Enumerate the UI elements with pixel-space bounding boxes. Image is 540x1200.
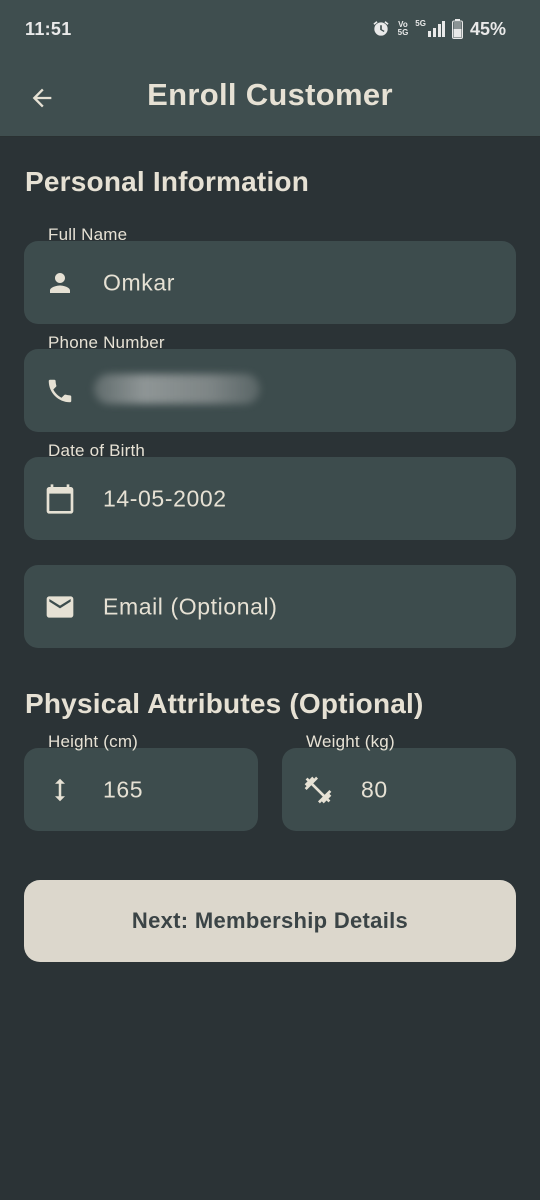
height-icon <box>44 774 76 806</box>
signal-icon: 5G <box>415 20 445 38</box>
status-time: 11:51 <box>25 18 72 39</box>
phone-number-value-redacted <box>94 374 260 404</box>
weight-field[interactable]: Weight (kg) 80 <box>282 732 516 831</box>
section-title-physical: Physical Attributes (Optional) <box>25 688 424 719</box>
email-placeholder: Email (Optional) <box>103 593 278 619</box>
date-of-birth-field[interactable]: Date of Birth 14-05-2002 <box>24 441 516 540</box>
alarm-icon <box>371 19 391 39</box>
height-value: 165 <box>103 776 144 802</box>
date-of-birth-label: Date of Birth <box>48 441 148 461</box>
mail-icon <box>44 591 76 623</box>
status-icons: Vo 5G 5G 45% <box>371 19 506 40</box>
height-field[interactable]: Height (cm) 165 <box>24 732 258 831</box>
full-name-value: Omkar <box>103 269 175 295</box>
phone-icon <box>44 375 76 407</box>
dumbbell-icon <box>302 774 334 806</box>
signal-5g-label: 5G <box>415 19 426 28</box>
full-name-label: Full Name <box>48 225 130 245</box>
phone-number-field[interactable]: Phone Number <box>24 333 516 432</box>
volte-indicator: Vo 5G <box>398 21 409 37</box>
app-bar: Enroll Customer <box>0 58 540 137</box>
person-icon <box>44 267 76 299</box>
weight-value: 80 <box>361 776 388 802</box>
battery-icon <box>451 19 463 39</box>
date-of-birth-value: 14-05-2002 <box>103 485 227 511</box>
battery-percent: 45% <box>469 18 506 39</box>
email-field[interactable]: Email (Optional) <box>24 565 516 648</box>
section-title-personal: Personal Information <box>25 166 310 197</box>
weight-label: Weight (kg) <box>306 732 397 752</box>
next-membership-details-button[interactable]: Next: Membership Details <box>24 880 516 962</box>
calendar-icon <box>44 483 76 515</box>
full-name-field[interactable]: Full Name Omkar <box>24 225 516 324</box>
phone-number-label: Phone Number <box>48 333 167 353</box>
status-bar: 11:51 Vo 5G 5G 45% <box>0 0 540 58</box>
page-title: Enroll Customer <box>147 77 393 112</box>
height-label: Height (cm) <box>48 732 141 752</box>
network-5g-label: 5G <box>397 28 409 37</box>
